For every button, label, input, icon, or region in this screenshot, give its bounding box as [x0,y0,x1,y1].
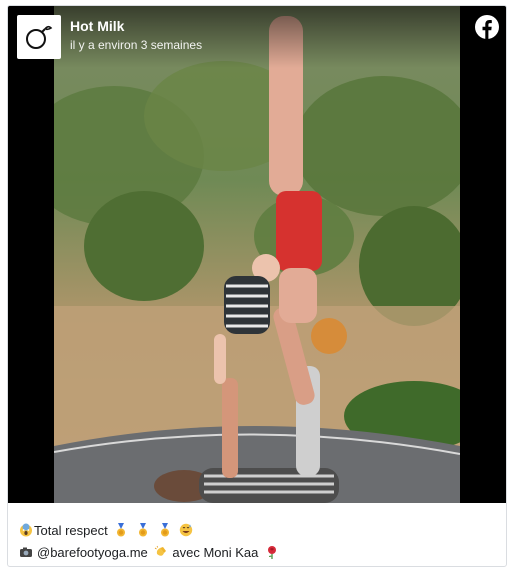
post-photo[interactable] [54,6,460,503]
caption-with-text: avec Moni Kaa [172,545,259,560]
medal-emoji [136,523,150,537]
post-caption: Total respect @barefootyoga.me avec Moni… [19,520,499,564]
camera-emoji [19,545,33,559]
medal-emoji [158,523,172,537]
medal-emoji [114,523,128,537]
bomb-logo-icon [26,25,53,49]
caption-line-2: @barefootyoga.me avec Moni Kaa [19,542,499,564]
acroyoga-photo [54,6,460,503]
page-avatar[interactable] [17,15,61,59]
photographer-handle-link[interactable]: @barefootyoga.me [37,545,148,560]
post-timestamp[interactable]: il y a environ 3 semaines [70,38,202,52]
rose-emoji [265,545,279,559]
caption-text: Total respect [34,523,108,538]
facebook-embedded-post: Hot Milk il y a environ 3 semaines Total… [7,5,507,567]
post-media[interactable]: Hot Milk il y a environ 3 semaines [8,6,506,503]
post-header: Hot Milk il y a environ 3 semaines [8,6,506,68]
facebook-icon[interactable] [475,15,499,39]
clapping-hands-emoji [154,545,168,559]
page-name[interactable]: Hot Milk [70,18,124,34]
screaming-face-emoji [19,523,33,537]
caption-line-1: Total respect [19,520,499,542]
grinning-sweat-emoji [179,523,193,537]
